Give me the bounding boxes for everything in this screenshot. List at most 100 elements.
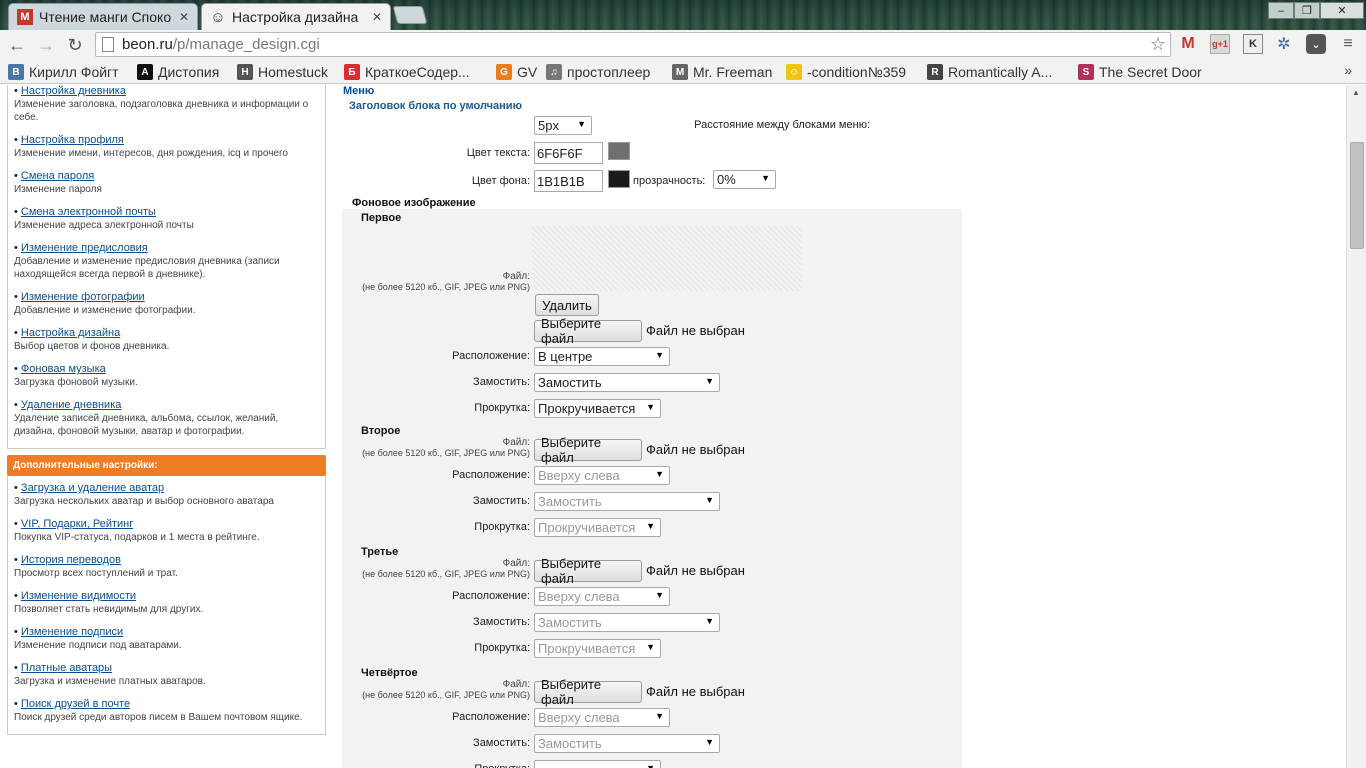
forward-icon[interactable]: → <box>34 33 58 57</box>
chevron-down-icon: ▼ <box>655 350 664 360</box>
delete-button[interactable]: Удалить <box>535 294 599 316</box>
gplus-icon[interactable]: g+1 <box>1210 34 1230 54</box>
spacing-select[interactable]: 5px ▼ <box>534 116 592 135</box>
scrollbar-thumb[interactable] <box>1350 142 1364 249</box>
minimize-button[interactable]: ‒ <box>1268 2 1294 19</box>
tab-design-settings[interactable]: ☺ Настройка дизайна ✕ <box>201 3 391 30</box>
close-window-button[interactable]: ✕ <box>1320 2 1364 19</box>
bookmark-item[interactable]: S The Secret Door <box>1078 62 1202 82</box>
sidebar-link[interactable]: Смена электронной почты <box>21 206 156 218</box>
position-label: Расположение: <box>452 711 530 723</box>
address-bar[interactable]: beon.ru/p/manage_design.cgi ☆ <box>95 32 1171 57</box>
reload-icon[interactable]: ↻ <box>63 33 87 57</box>
text-color-label: Цвет текста: <box>466 147 530 159</box>
bookmark-item[interactable]: G GV <box>496 62 537 82</box>
url-path: /p/manage_design.cgi <box>172 36 320 53</box>
choose-file-button[interactable]: Выберите файл <box>534 556 642 586</box>
text-color-swatch[interactable] <box>608 142 630 160</box>
sidebar-link[interactable]: Платные аватары <box>21 662 112 674</box>
bullet: • <box>14 170 21 182</box>
bookmark-item[interactable]: Б КраткоеСодер... <box>344 62 470 82</box>
bookmark-item[interactable]: ☺ -condition№359 <box>786 62 906 82</box>
bookmark-label: КраткоеСодер... <box>365 64 470 80</box>
bg-color-swatch[interactable] <box>608 170 630 188</box>
bookmark-star-icon[interactable]: ☆ <box>1150 34 1166 55</box>
scroll-up-icon[interactable]: ▲ <box>1352 88 1360 97</box>
sidebar-link[interactable]: Изменение подписи <box>21 626 123 638</box>
back-icon[interactable]: ← <box>5 33 29 57</box>
bookmark-item[interactable]: В Кирилл Фойгт <box>8 62 119 82</box>
bookmarks-overflow-button[interactable]: » <box>1344 62 1352 78</box>
tile-select[interactable]: Замостить ▼ <box>534 492 720 511</box>
bookmark-item[interactable]: H Homestuck <box>237 62 328 82</box>
bullet: • <box>14 399 21 411</box>
position-select[interactable]: В центре ▼ <box>534 347 670 366</box>
tab-manga[interactable]: M Чтение манги Споко ✕ <box>8 3 198 30</box>
position-select[interactable]: Вверху слева ▼ <box>534 587 670 606</box>
settings-sidebar: • Настройки • Настройка дневникаИзменени… <box>7 85 326 735</box>
file-size-note: (не более 5120 кб., GIF, JPEG или PNG) <box>362 282 530 292</box>
position-select[interactable]: Вверху слева ▼ <box>534 466 670 485</box>
sidebar-link[interactable]: Смена пароля <box>21 170 94 182</box>
position-select[interactable]: Вверху слева ▼ <box>534 708 670 727</box>
close-tab-icon[interactable]: ✕ <box>179 10 189 24</box>
tile-select[interactable]: Замостить ▼ <box>534 613 720 632</box>
new-tab-button[interactable] <box>392 6 428 24</box>
sidebar-link[interactable]: Загрузка и удаление аватар <box>21 482 164 494</box>
sidebar-link-description: Загрузка фоновой музыки. <box>14 377 138 388</box>
tile-select[interactable]: Замостить ▼ <box>534 734 720 753</box>
tile-value: Замостить <box>538 375 602 390</box>
sidebar-link[interactable]: Фоновая музыка <box>21 363 106 375</box>
sidebar-link[interactable]: Изменение предисловия <box>21 242 148 254</box>
file-label: Файл: (не более 5120 кб., GIF, JPEG или P… <box>342 558 530 580</box>
sidebar-link[interactable]: История переводов <box>21 554 121 566</box>
chevron-down-icon: ▼ <box>577 119 586 129</box>
scroll-select[interactable]: Прокручивается ▼ <box>534 639 661 658</box>
sidebar-link[interactable]: Изменение видимости <box>21 590 136 602</box>
list-item: • Удаление дневника Удаление записей днев… <box>14 399 319 438</box>
chevron-down-icon: ▼ <box>655 469 664 479</box>
maximize-button[interactable]: ❐ <box>1294 2 1320 19</box>
sidebar-link-description: Изменение заголовка, подзаголовка дневни… <box>14 99 309 123</box>
opacity-select[interactable]: 0% ▼ <box>713 170 776 189</box>
sidebar-link[interactable]: VIP, Подарки, Рейтинг <box>21 518 133 530</box>
sidebar-link[interactable]: Поиск друзей в почте <box>21 698 130 710</box>
scroll-value: Прокручивается <box>538 641 636 656</box>
choose-file-button[interactable]: Выберите файл <box>534 435 642 465</box>
pocket-icon[interactable]: ⌄ <box>1306 34 1326 54</box>
choose-file-button[interactable]: Выберите файл <box>534 677 642 707</box>
opacity-label: прозрачность: <box>633 175 706 187</box>
bookmark-item[interactable]: A Дистопия <box>137 62 219 82</box>
k-icon[interactable]: K <box>1243 34 1263 54</box>
chevron-down-icon: ▼ <box>646 642 655 652</box>
sidebar-link[interactable]: Настройка дневника <box>21 85 126 97</box>
cluster-icon[interactable]: ✲ <box>1274 34 1294 54</box>
smiley-icon: ☺ <box>786 64 802 80</box>
page-content: • Настройки • Настройка дневникаИзменени… <box>0 85 1346 768</box>
bookmark-item[interactable]: M Mr. Freeman <box>672 62 772 82</box>
tile-select[interactable]: Замостить ▼ <box>534 373 720 392</box>
list-item: • Изменение видимости Позволяет стать нев… <box>14 590 319 616</box>
sidebar-link-description: Изменение пароля <box>14 184 102 195</box>
sidebar-link[interactable]: Изменение фотографии <box>21 291 145 303</box>
text-color-input[interactable]: 6F6F6F <box>534 142 603 164</box>
sidebar-link[interactable]: Настройка профиля <box>21 134 124 146</box>
sidebar-link-description: Загрузка нескольких аватар и выбор основ… <box>14 496 274 507</box>
choose-file-button[interactable]: Выберите файл <box>534 316 642 346</box>
menu-icon[interactable]: ≡ <box>1338 34 1358 54</box>
bookmark-item[interactable]: ♫ простоплеер <box>546 62 650 82</box>
sidebar-link[interactable]: Удаление дневника <box>21 399 121 411</box>
scroll-select[interactable]: ▼ <box>534 760 661 768</box>
scroll-select[interactable]: Прокручивается ▼ <box>534 399 661 418</box>
bookmark-item[interactable]: R Romantically A... <box>927 62 1052 82</box>
chevron-down-icon: ▼ <box>655 590 664 600</box>
sidebar-link[interactable]: Настройка дизайна <box>21 327 120 339</box>
page-scrollbar[interactable]: ▲ <box>1346 85 1366 768</box>
bg-color-input[interactable]: 1B1B1B <box>534 170 603 192</box>
gmail-icon[interactable]: M <box>1178 34 1198 54</box>
chevron-down-icon: ▼ <box>655 711 664 721</box>
no-file-text: Файл не выбран <box>646 684 745 699</box>
scroll-select[interactable]: Прокручивается ▼ <box>534 518 661 537</box>
close-tab-icon[interactable]: ✕ <box>372 10 382 24</box>
position-value: Вверху слева <box>538 710 620 725</box>
